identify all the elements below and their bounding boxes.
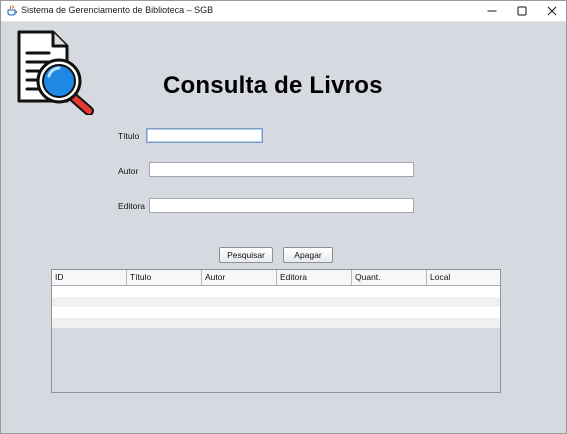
pesquisar-button[interactable]: Pesquisar xyxy=(219,247,273,263)
autor-label: Autor xyxy=(118,166,139,176)
page-title: Consulta de Livros xyxy=(163,72,383,99)
column-header-titulo[interactable]: Título xyxy=(127,270,202,285)
minimize-icon xyxy=(487,10,497,12)
apagar-button[interactable]: Apagar xyxy=(283,247,333,263)
column-header-autor[interactable]: Autor xyxy=(202,270,277,285)
title-bar[interactable]: Sistema de Gerenciamento de Biblioteca –… xyxy=(1,1,566,22)
autor-input[interactable] xyxy=(149,162,414,177)
maximize-button[interactable] xyxy=(507,1,537,21)
table-header: ID Título Autor Editora Quant. Local xyxy=(52,270,500,286)
app-window: Sistema de Gerenciamento de Biblioteca –… xyxy=(0,0,567,434)
column-header-id[interactable]: ID xyxy=(52,270,127,285)
minimize-button[interactable] xyxy=(477,1,507,21)
editora-label: Editora xyxy=(118,201,145,211)
table-row[interactable] xyxy=(52,296,500,307)
maximize-icon xyxy=(517,6,527,16)
close-button[interactable] xyxy=(537,1,567,21)
document-search-icon xyxy=(17,30,94,115)
table-row[interactable] xyxy=(52,317,500,328)
table-row[interactable] xyxy=(52,286,500,297)
window-title: Sistema de Gerenciamento de Biblioteca –… xyxy=(21,5,214,15)
table-body xyxy=(52,286,500,328)
titulo-label: Título xyxy=(118,131,140,141)
editora-input[interactable] xyxy=(149,198,414,213)
column-header-quant[interactable]: Quant. xyxy=(352,270,427,285)
table-row[interactable] xyxy=(52,307,500,318)
close-icon xyxy=(547,6,557,16)
results-table[interactable]: ID Título Autor Editora Quant. Local xyxy=(51,269,501,393)
titulo-input[interactable] xyxy=(146,128,263,143)
column-header-editora[interactable]: Editora xyxy=(277,270,352,285)
java-cup-icon xyxy=(7,5,17,16)
column-header-local[interactable]: Local xyxy=(427,270,500,285)
